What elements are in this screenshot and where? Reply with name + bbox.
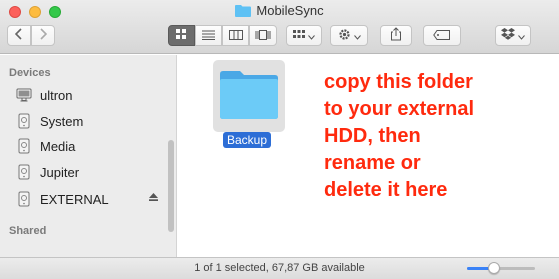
drive-icon [16, 138, 32, 154]
icon-size-slider[interactable] [467, 262, 535, 274]
tags-button[interactable] [423, 25, 461, 46]
finder-window: MobileSync Devices ultron System Media J… [0, 0, 559, 279]
list-view-button[interactable] [195, 25, 222, 46]
chevron-left-icon [14, 28, 23, 43]
status-bar: 1 of 1 selected, 67,87 GB available [0, 257, 559, 279]
folder-name-label[interactable]: Backup [223, 132, 272, 148]
sidebar-item-external[interactable]: EXTERNAL [16, 189, 166, 209]
drive-icon [16, 191, 32, 207]
sidebar-item-jupiter[interactable]: Jupiter [16, 162, 166, 182]
chevron-down-icon [518, 28, 525, 43]
icon-view-icon [176, 28, 187, 43]
sidebar-heading-shared: Shared [9, 225, 47, 237]
chevron-down-icon [308, 28, 315, 43]
annotation-text: copy this folder to your external HDD, t… [324, 71, 475, 201]
sidebar-item-system[interactable]: System [16, 111, 166, 131]
folder-item-backup[interactable] [213, 60, 285, 132]
dropbox-icon [501, 28, 515, 43]
share-icon [390, 27, 402, 44]
grid-icon [293, 28, 305, 43]
cover-flow-icon [255, 28, 271, 43]
folder-icon [235, 4, 252, 21]
chevron-down-icon [353, 28, 361, 43]
action-button[interactable] [330, 25, 368, 46]
arrange-button[interactable] [286, 25, 322, 46]
forward-button[interactable] [31, 25, 55, 46]
sidebar-item-label: Jupiter [40, 164, 80, 180]
sidebar: Devices ultron System Media Jupiter EXTE… [0, 55, 177, 257]
icon-view-button[interactable] [168, 25, 195, 46]
sidebar-heading-devices: Devices [9, 67, 51, 79]
column-view-icon [228, 28, 243, 43]
sidebar-item-label: EXTERNAL [40, 191, 109, 207]
drive-icon [16, 113, 32, 129]
share-button[interactable] [380, 25, 412, 46]
window-title-text: MobileSync [256, 3, 324, 18]
sidebar-item-ultron[interactable]: ultron [16, 85, 166, 105]
back-button[interactable] [7, 25, 31, 46]
sidebar-item-label: System [40, 113, 84, 129]
computer-icon [16, 87, 32, 103]
cover-flow-view-button[interactable] [249, 25, 277, 46]
tag-icon [433, 28, 451, 43]
column-view-button[interactable] [222, 25, 249, 46]
list-view-icon [202, 28, 215, 43]
slider-knob[interactable] [488, 262, 500, 274]
sidebar-scrollbar[interactable] [168, 140, 174, 232]
sidebar-item-label: ultron [40, 87, 73, 103]
content-area: Backup copy this folder to your external… [178, 55, 559, 257]
title-bar: MobileSync [0, 0, 559, 54]
folder-icon [218, 70, 280, 123]
dropbox-button[interactable] [495, 25, 531, 46]
drive-icon [16, 164, 32, 180]
sidebar-item-label: Media [40, 138, 76, 154]
window-title: MobileSync [0, 3, 559, 19]
sidebar-item-media[interactable]: Media [16, 136, 166, 156]
gear-icon [338, 28, 351, 44]
chevron-right-icon [39, 28, 48, 43]
eject-icon[interactable] [149, 193, 158, 203]
